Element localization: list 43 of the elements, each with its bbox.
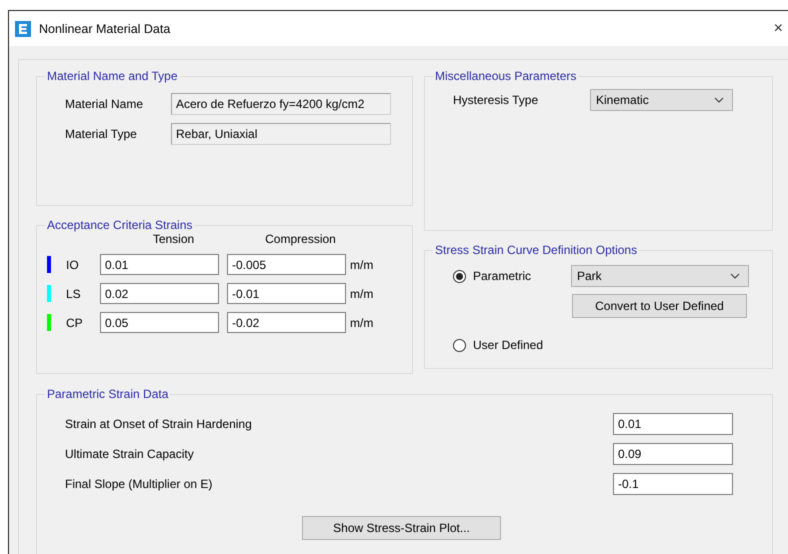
convert-button[interactable]: Convert to User Defined — [572, 294, 747, 318]
level-label: LS — [66, 286, 82, 300]
radio-option[interactable]: Parametric — [453, 269, 571, 283]
unit-label: m/m — [350, 286, 374, 300]
input-field[interactable]: Acero de Refuerzo fy=4200 kg/cm2 — [171, 93, 391, 115]
column-header: Compression — [264, 232, 337, 248]
group-title: Miscellaneous Parameters — [434, 69, 578, 83]
app-logo-icon — [15, 20, 31, 36]
radio-button[interactable] — [453, 270, 466, 282]
field-label: Material Name — [65, 97, 144, 111]
group-title: Acceptance Criteria Strains — [46, 218, 194, 232]
dropdown[interactable]: Kinematic — [590, 89, 733, 111]
input-field[interactable]: 0.01 — [100, 254, 219, 275]
field-label: Final Slope (Multiplier on E) — [65, 477, 214, 491]
group-title: Parametric Strain Data — [46, 387, 170, 401]
group-title: Stress Strain Curve Definition Options — [434, 243, 638, 257]
field-label: Strain at Onset of Strain Hardening — [65, 417, 253, 431]
radio-option[interactable]: User Defined — [453, 338, 772, 352]
input-field[interactable]: 0.02 — [100, 283, 219, 304]
plot-button[interactable]: Show Stress-Strain Plot... — [302, 516, 501, 540]
input-field[interactable]: 0.01 — [613, 413, 733, 435]
level-label: IO — [66, 258, 80, 272]
input-field[interactable]: -0.1 — [613, 473, 733, 495]
radio-button[interactable] — [453, 338, 466, 352]
input-field[interactable]: Rebar, Uniaxial — [171, 123, 391, 145]
chevron-icon — [714, 97, 724, 103]
input-field[interactable]: -0.02 — [227, 312, 346, 333]
unit-label: m/m — [350, 258, 374, 272]
close-button[interactable]: × — [774, 20, 783, 38]
group-title: Material Name and Type — [46, 69, 179, 83]
field-label: Hysteresis Type — [453, 93, 540, 107]
field-label: Material Type — [65, 127, 138, 141]
input-field[interactable]: 0.05 — [100, 312, 219, 333]
dropdown[interactable]: Park — [571, 265, 749, 287]
input-field[interactable]: 0.09 — [613, 443, 733, 465]
window-title: Nonlinear Material Data — [39, 22, 170, 36]
input-field[interactable]: -0.01 — [227, 283, 346, 304]
unit-label: m/m — [350, 316, 374, 330]
input-field[interactable]: -0.005 — [227, 254, 346, 275]
chevron-icon — [730, 273, 740, 279]
field-label: Ultimate Strain Capacity — [65, 447, 195, 461]
column-header: Tension — [152, 232, 196, 248]
level-label: CP — [66, 316, 84, 330]
